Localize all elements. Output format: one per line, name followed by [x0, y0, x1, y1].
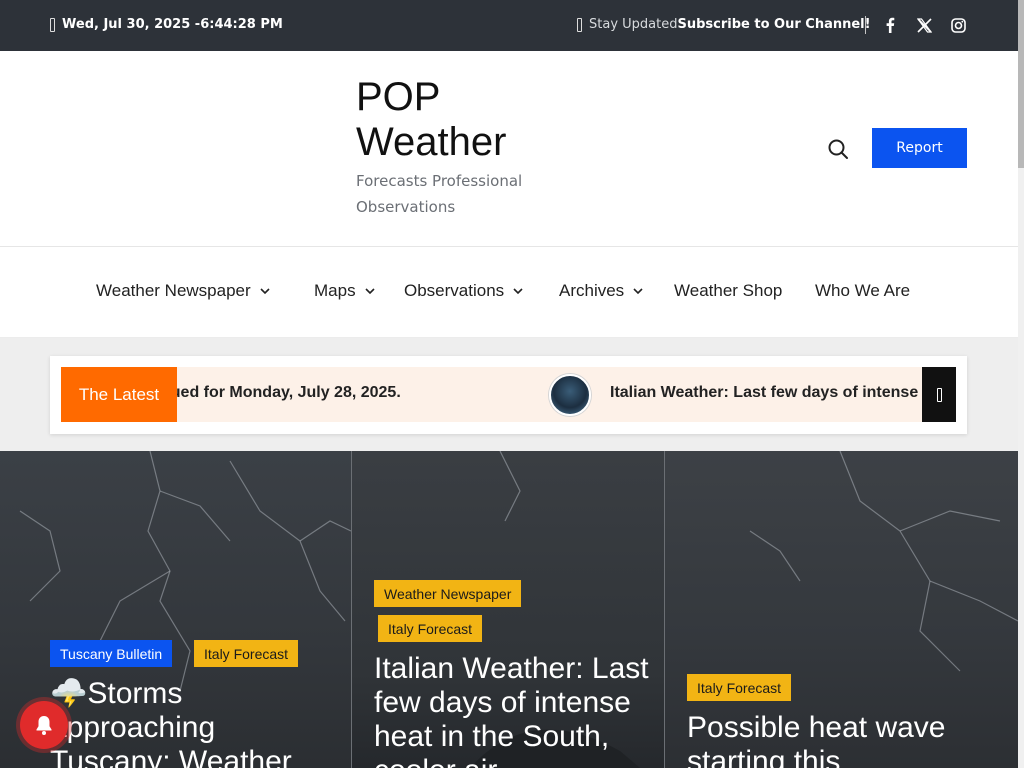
category-tag[interactable]: Weather Newspaper: [374, 580, 522, 607]
nav-label: Archives: [559, 281, 625, 300]
nav-item-observations[interactable]: Observations: [404, 281, 524, 301]
bell-small-icon: [577, 17, 582, 32]
site-title-line2: Weather: [356, 120, 507, 164]
category-tag[interactable]: Italy Forecast: [378, 615, 483, 642]
ticker-track: The Latest Weather alert issued for Mond…: [61, 367, 956, 422]
post-title[interactable]: 🌩️Storms approaching Tuscany: Weather: [50, 677, 340, 768]
column-divider: [351, 451, 352, 768]
the-latest-label: The Latest: [61, 367, 177, 422]
stay-updated: Stay Updated Subscribe to Our Channel!: [577, 17, 871, 32]
datetime-text: Wed, Jul 30, 2025 -6:44:28 PM: [62, 17, 283, 32]
chevron-down-icon: [365, 288, 375, 295]
subscribe-link[interactable]: Subscribe to Our Channel!: [677, 17, 870, 32]
pause-icon: [936, 387, 942, 402]
divider: [865, 16, 866, 34]
nav-item-maps[interactable]: Maps: [314, 281, 376, 301]
ticker-next-button[interactable]: [922, 367, 956, 422]
scrollbar-thumb[interactable]: [1018, 0, 1024, 168]
featured-posts: Tuscany Bulletin Italy Forecast 🌩️Storms…: [0, 451, 1018, 768]
site-tagline: Forecasts Professional Observations: [356, 172, 523, 216]
nav-item-weather-newspaper[interactable]: Weather Newspaper: [96, 281, 271, 301]
chevron-down-icon: [260, 288, 270, 295]
nav-label: Observations: [404, 281, 505, 300]
ticker-section: The Latest Weather alert issued for Mond…: [0, 338, 1018, 451]
nav-item-who-we-are[interactable]: Who We Are: [815, 281, 910, 301]
notification-bell-icon[interactable]: [20, 701, 68, 749]
nav-label: Who We Are: [815, 281, 911, 300]
category-tag[interactable]: Tuscany Bulletin: [50, 640, 173, 667]
search-icon[interactable]: [826, 137, 850, 161]
nav-item-archives[interactable]: Archives: [559, 281, 644, 301]
nav-label: Maps: [314, 281, 356, 300]
facebook-icon[interactable]: [880, 15, 900, 35]
site-header: POP Weather Forecasts Professional Obser…: [0, 51, 1018, 247]
site-title-line1: POP: [356, 75, 441, 119]
ticker-card: The Latest Weather alert issued for Mond…: [50, 356, 967, 434]
ticker-item-2[interactable]: Italian Weather: Last few days of intens…: [610, 384, 956, 402]
category-tag[interactable]: Italy Forecast: [687, 674, 792, 701]
nav-label: Weather Newspaper: [96, 281, 251, 300]
top-bar: Wed, Jul 30, 2025 -6:44:28 PM Stay Updat…: [0, 0, 1018, 51]
post-title[interactable]: Italian Weather: Last few days of intens…: [374, 652, 654, 768]
report-button[interactable]: Report: [872, 128, 967, 168]
nav-item-weather-shop[interactable]: Weather Shop: [674, 281, 782, 301]
column-divider: [664, 451, 665, 768]
site-title[interactable]: POP Weather: [356, 75, 576, 165]
chevron-down-icon: [513, 288, 523, 295]
nav-label: Weather Shop: [674, 281, 783, 300]
post-title[interactable]: Possible heat wave starting this: [687, 711, 987, 768]
instagram-icon[interactable]: [948, 15, 968, 35]
page-scrollbar[interactable]: [1018, 0, 1024, 768]
main-navigation: Weather Newspaper Maps Observations Arch…: [0, 247, 1018, 338]
stay-updated-label: Stay Updated: [589, 17, 678, 32]
category-tag[interactable]: Italy Forecast: [194, 640, 299, 667]
date-display: Wed, Jul 30, 2025 -6:44:28 PM: [50, 17, 283, 32]
ticker-thumbnail[interactable]: [549, 374, 591, 416]
clock-icon: [50, 17, 55, 32]
chevron-down-icon: [633, 288, 643, 295]
x-icon[interactable]: [914, 15, 934, 35]
